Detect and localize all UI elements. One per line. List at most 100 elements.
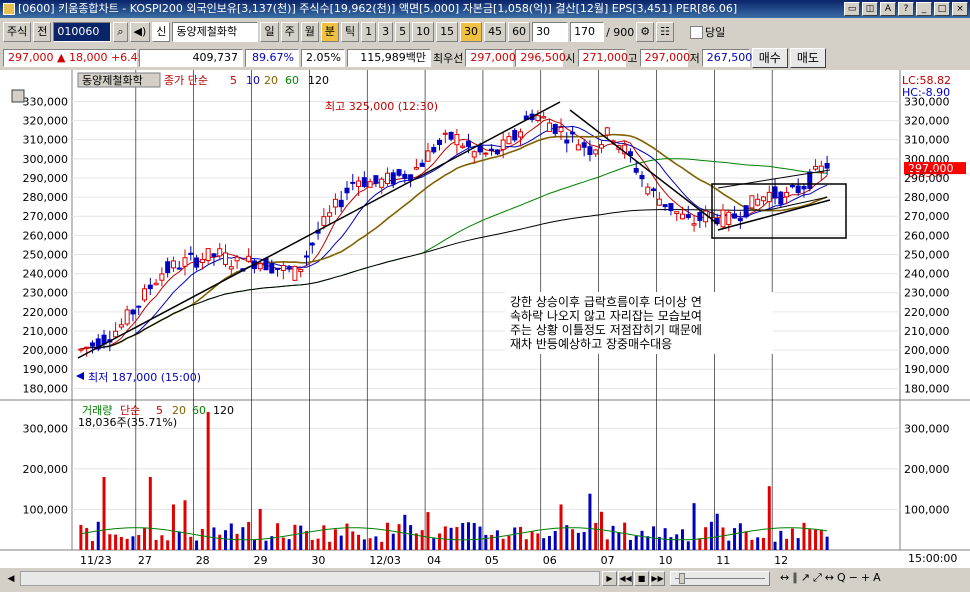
sell-button[interactable]: 매도 — [789, 48, 826, 68]
tab-minute[interactable]: 분 — [320, 22, 339, 42]
volume-bar — [229, 523, 233, 550]
x-tick-label: 06 — [543, 554, 557, 567]
minute-15-button[interactable]: 15 — [436, 22, 459, 42]
fan-tool-icon[interactable]: ⤢ — [813, 571, 822, 585]
minute-dropdown[interactable]: 30 — [532, 22, 569, 42]
maximize-icon[interactable]: □ — [934, 2, 950, 16]
volume-bar — [773, 541, 777, 550]
zoom-out-icon[interactable]: − — [849, 571, 858, 585]
ma-period-120: 120 — [308, 74, 329, 87]
today-checkbox[interactable] — [690, 25, 704, 39]
rewind-icon[interactable]: ◀◀ — [618, 571, 633, 586]
parallel-tool-icon[interactable]: ∥ — [792, 571, 798, 585]
volume-bar — [536, 533, 540, 550]
count-input[interactable]: 170 — [570, 22, 605, 42]
candle-body — [489, 148, 495, 152]
chart-menu-icon[interactable] — [11, 89, 25, 103]
candle-body — [275, 267, 281, 270]
volume-field: 409,737 — [139, 49, 243, 67]
volume-bar — [166, 540, 170, 550]
volume-bar — [819, 529, 823, 550]
buy-button[interactable]: 매수 — [751, 48, 788, 68]
zoom-in-icon[interactable]: + — [861, 571, 870, 585]
candle-body — [518, 131, 524, 138]
candle-body — [645, 186, 651, 195]
tab-day[interactable]: 일 — [260, 22, 279, 42]
scroll-left-icon[interactable]: ◀ — [4, 572, 18, 586]
window-title-bar: [0600] 키움종합차트 - KOSPI200 외국인보유[3,137(천)]… — [0, 0, 970, 18]
minimize-icon[interactable]: _ — [916, 2, 932, 16]
minute-45-button[interactable]: 45 — [484, 22, 507, 42]
volume-bar — [461, 523, 465, 550]
minute-10-button[interactable]: 10 — [412, 22, 435, 42]
price-tick-right: 190,000 — [904, 363, 950, 376]
candle-body — [685, 214, 691, 219]
text-tool-icon[interactable]: A — [873, 571, 881, 585]
candle-body — [280, 265, 286, 271]
split-icon[interactable]: ◫ — [862, 2, 878, 16]
volume-bar — [276, 523, 280, 550]
indicator-icon[interactable]: ☷ — [656, 22, 675, 42]
candle-body — [298, 269, 304, 273]
today-label: 당일 — [705, 26, 726, 39]
candle-body — [78, 348, 84, 351]
candle-body — [367, 181, 373, 188]
candle-body — [286, 267, 292, 270]
price-tick-right: 230,000 — [904, 287, 950, 300]
chart-scrollbar[interactable] — [20, 571, 600, 586]
trend-tool-icon[interactable]: ↗ — [801, 571, 810, 585]
volume-bar — [252, 539, 256, 550]
chart-settings-icon[interactable]: ⚙ — [636, 22, 655, 42]
market-select[interactable]: 주식 — [3, 22, 32, 42]
layout-icon[interactable]: ▭ — [844, 2, 860, 16]
volume-bar — [339, 535, 343, 550]
forward-icon[interactable]: ▶▶ — [650, 571, 665, 586]
close-icon[interactable]: × — [952, 2, 968, 16]
stock-code-input[interactable]: 010060 — [53, 22, 112, 42]
volume-bar — [212, 527, 216, 550]
scroll-right-icon[interactable]: ▶ — [602, 571, 617, 586]
zoom-slider[interactable] — [670, 571, 770, 586]
help-icon[interactable]: ? — [898, 2, 914, 16]
volume-bar — [357, 534, 361, 550]
candle-body — [662, 204, 668, 208]
volume-bar — [206, 412, 210, 550]
price-tick-right: 180,000 — [904, 382, 950, 395]
volume-bar — [698, 538, 702, 550]
minute-3-button[interactable]: 3 — [378, 22, 394, 42]
x-tick-label: 12 — [774, 554, 788, 567]
minute-60-button[interactable]: 60 — [508, 22, 531, 42]
minute-1-button[interactable]: 1 — [361, 22, 377, 42]
volume-bar — [611, 525, 615, 550]
volume-bar — [90, 541, 94, 550]
tab-tick[interactable]: 틱 — [340, 22, 360, 42]
x-tick-label: 07 — [601, 554, 615, 567]
minute-30-button[interactable]: 30 — [460, 22, 483, 42]
comment-line-3: 주는 상황 이틀정도 저점잡히기 때문에 — [510, 323, 702, 337]
stop-icon[interactable]: ■ — [634, 571, 649, 586]
volume-bar — [235, 533, 239, 550]
line-tool-icon[interactable]: ↔ — [780, 571, 789, 585]
candle-body — [546, 122, 552, 132]
candle-body — [303, 255, 309, 258]
candle-body — [373, 175, 379, 184]
prev-button[interactable]: 전 — [33, 22, 52, 42]
zoom-icon[interactable]: Q — [837, 571, 846, 585]
volume-bar — [200, 528, 204, 550]
credit-badge: 신 — [152, 22, 171, 42]
volume-bar — [420, 530, 424, 550]
tab-week[interactable]: 주 — [280, 22, 299, 42]
font-icon[interactable]: A — [880, 2, 896, 16]
search-icon[interactable]: ⌕ — [113, 22, 128, 42]
candle-body — [587, 146, 593, 156]
speaker-icon[interactable]: ◀) — [129, 22, 151, 42]
hline-tool-icon[interactable]: ↔ — [825, 571, 834, 585]
tab-month[interactable]: 월 — [300, 22, 319, 42]
volume-bar — [733, 528, 737, 550]
stock-chart[interactable]: 330,000 330,000320,000 320,000310,000 310,0… — [0, 70, 970, 568]
candle-body — [437, 139, 443, 145]
volume-bar — [316, 538, 320, 550]
minute-5-button[interactable]: 5 — [395, 22, 411, 42]
volume-bar — [426, 512, 430, 550]
candle-body — [483, 152, 489, 155]
